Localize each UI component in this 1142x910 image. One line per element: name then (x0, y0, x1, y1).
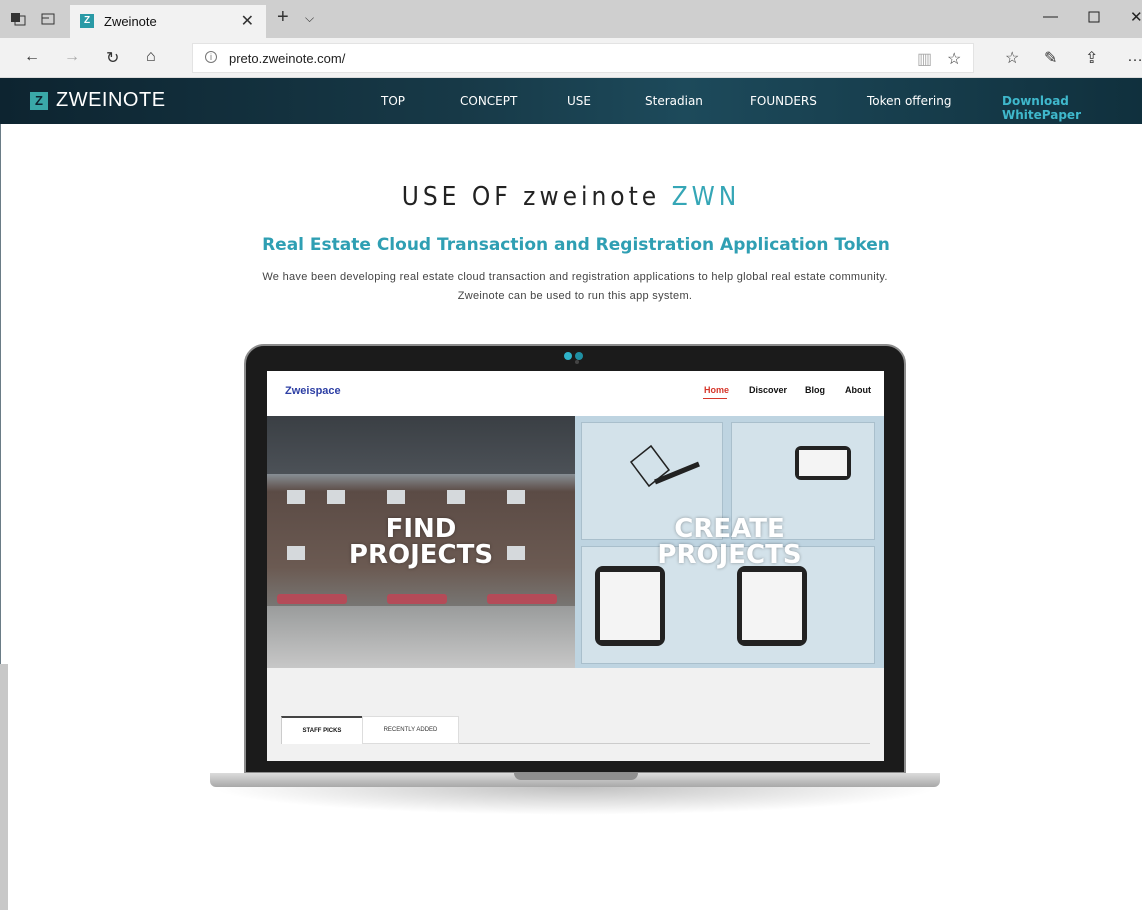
building-window (447, 490, 465, 504)
hero-create-projects: CREATE PROJECTS (575, 416, 884, 668)
screen-app-logo: Zweispace (285, 385, 341, 397)
nav-use[interactable]: USE (567, 94, 591, 108)
logo-text[interactable]: ZWEINOTE (56, 89, 166, 112)
window-menu-icon[interactable] (10, 11, 26, 27)
building-window (507, 490, 525, 504)
building-window (327, 490, 345, 504)
hero-left-text: FIND PROJECTS (267, 516, 575, 568)
phone-illustration (737, 566, 807, 646)
info-icon[interactable]: i (205, 51, 217, 63)
new-tab-icon[interactable]: + (277, 6, 289, 29)
address-bar-row: ← → ↻ ⌂ i preto.zweinote.com/ ▥ ☆ ☆ ✎ ⇪ … (0, 38, 1142, 78)
tab-divider (459, 743, 870, 744)
more-icon[interactable]: … (1127, 48, 1142, 66)
section-heading: USE OF zweinote ZWN (0, 182, 1142, 212)
hero-right-line-2: PROJECTS (657, 540, 802, 570)
screen-app-header: Zweispace Home Discover Blog About (267, 371, 884, 416)
heading-main: USE OF zweinote (401, 182, 661, 212)
close-window-icon[interactable]: ✕ (1130, 8, 1142, 26)
hedge (387, 594, 447, 604)
hero-left-line-1: FIND (385, 514, 457, 544)
favorites-hub-icon[interactable]: ☆ (1005, 48, 1019, 68)
recently-added-tab: RECENTLY ADDED (362, 716, 459, 744)
building-roof (267, 416, 575, 474)
hero-left-line-2: PROJECTS (348, 540, 494, 570)
laptop-notch (514, 773, 638, 780)
site-navbar: Z ZWEINOTE TOP CONCEPT USE Steradian FOU… (0, 78, 1142, 124)
hedge (277, 594, 347, 604)
logo-mark[interactable]: Z (30, 92, 48, 110)
hero-find-projects: FIND PROJECTS (267, 416, 575, 668)
browser-tab[interactable]: Z Zweinote ✕ (70, 5, 266, 38)
back-icon[interactable]: ← (24, 48, 40, 66)
refresh-icon[interactable]: ↻ (106, 48, 119, 68)
tab-close-icon[interactable]: ✕ (241, 11, 254, 31)
share-icon[interactable]: ⇪ (1085, 48, 1098, 68)
maximize-icon[interactable] (1088, 10, 1100, 27)
chevron-down-icon[interactable]: ⌵ (305, 11, 314, 26)
hedge (487, 594, 557, 604)
document-pen-illustration (629, 444, 700, 488)
tab-title: Zweinote (104, 14, 157, 29)
heading-accent: ZWN (671, 182, 741, 212)
hero-right-text: CREATE PROJECTS (575, 516, 884, 568)
pen-icon[interactable]: ✎ (1044, 48, 1057, 68)
description-line-1: We have been developing real estate clou… (262, 271, 888, 283)
nav-concept[interactable]: CONCEPT (460, 94, 517, 108)
ground (267, 606, 575, 668)
building-window (387, 490, 405, 504)
browser-titlebar: Z Zweinote ✕ + ⌵ — ✕ (0, 0, 1142, 38)
staff-picks-tab: STAFF PICKS (281, 716, 362, 744)
forward-icon[interactable]: → (64, 48, 80, 66)
screen-nav-home: Home (704, 385, 730, 395)
screen-nav-discover: Discover (749, 385, 788, 395)
phone-illustration (595, 566, 665, 646)
carousel-dot[interactable] (575, 352, 583, 360)
laptop-shadow (210, 787, 940, 815)
section-description: We have been developing real estate clou… (0, 268, 1142, 306)
carousel-dot-active[interactable] (564, 352, 572, 360)
screen-nav-home-underline (703, 398, 727, 399)
nav-steradian[interactable]: Steradian (645, 94, 703, 108)
hero-right-line-1: CREATE (674, 514, 785, 544)
nav-download-whitepaper[interactable]: Download WhitePaper (1002, 94, 1142, 122)
section-subheading: Real Estate Cloud Transaction and Regist… (262, 235, 890, 255)
nav-token-offering[interactable]: Token offering (867, 94, 951, 108)
building-window (287, 490, 305, 504)
url-text: preto.zweinote.com/ (229, 51, 346, 66)
url-field[interactable]: i preto.zweinote.com/ ▥ ☆ (192, 43, 974, 73)
home-icon[interactable]: ⌂ (146, 48, 156, 66)
favorite-star-icon[interactable]: ☆ (947, 49, 961, 69)
phone-illustration (795, 446, 851, 480)
description-line-2: Zweinote can be used to run this app sys… (457, 290, 693, 302)
screen-bottom-area: STAFF PICKS RECENTLY ADDED (267, 668, 884, 761)
minimize-icon[interactable]: — (1043, 8, 1058, 25)
nav-founders[interactable]: FOUNDERS (750, 94, 817, 108)
tab-favicon: Z (80, 14, 94, 28)
tab-preview-icon[interactable] (40, 11, 56, 27)
screen-nav-blog: Blog (805, 385, 825, 395)
laptop-camera (575, 360, 579, 364)
nav-top[interactable]: TOP (381, 94, 405, 108)
reading-view-icon[interactable]: ▥ (917, 49, 932, 69)
laptop-screen: Zweispace Home Discover Blog About FIND … (267, 371, 884, 761)
screen-nav-about: About (845, 385, 871, 395)
